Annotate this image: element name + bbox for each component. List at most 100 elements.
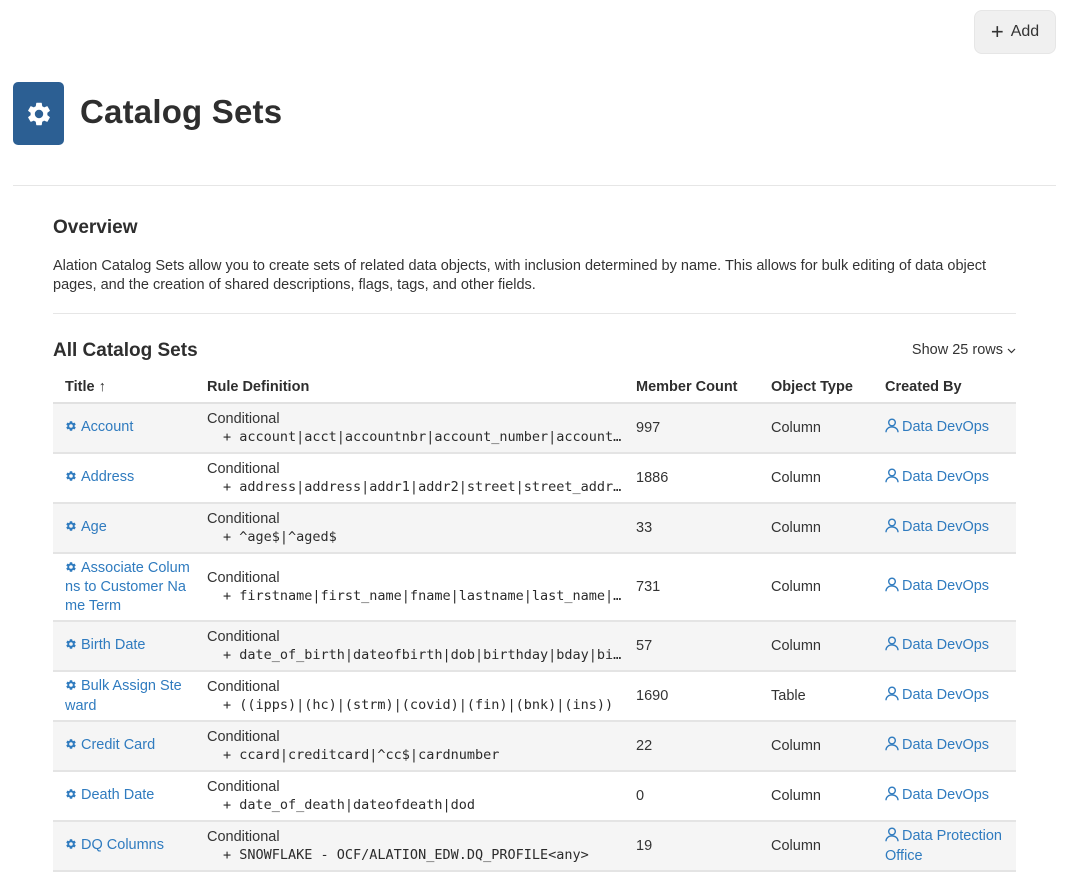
gear-icon	[65, 519, 77, 538]
created-by-name: Data Protection Office	[885, 827, 1002, 865]
user-icon	[885, 468, 899, 489]
rule-expression: + date_of_death|dateofdeath|dod	[223, 797, 475, 813]
created-by-link[interactable]: Data DevOps	[885, 686, 1016, 707]
overview-description: Alation Catalog Sets allow you to create…	[53, 258, 987, 293]
table-row[interactable]: DQ Columns Conditional + SNOWFLAKE - OCF/A…	[53, 821, 1016, 872]
rule-expression: + ccard|creditcard|^cc$|cardnumber	[223, 747, 500, 763]
gear-icon	[65, 637, 77, 656]
rule-definition-cell: Conditional + firstname|first_name|fname|…	[195, 553, 624, 622]
title-cell: Address	[53, 453, 195, 504]
catalog-set-title: Address	[81, 469, 135, 486]
rule-type: Conditional	[207, 628, 280, 645]
catalog-set-title-link[interactable]: Associate Colum ns to Customer Na me Ter…	[65, 559, 195, 616]
catalog-set-title: Death Date	[81, 787, 155, 804]
gear-icon	[65, 837, 77, 856]
title-cell: Associate Colum ns to Customer Na me Ter…	[53, 553, 195, 622]
table-row[interactable]: Associate Colum ns to Customer Na me Ter…	[53, 553, 1016, 622]
member-count-cell: 1690	[624, 671, 759, 722]
rows-per-page-select[interactable]: Show 25 rows	[912, 342, 1016, 358]
created-by-cell: Data DevOps	[873, 403, 1016, 454]
catalog-set-title-link[interactable]: Account	[65, 418, 195, 438]
catalog-set-title: Account	[81, 419, 134, 436]
member-count-cell: 22	[624, 721, 759, 772]
table-row[interactable]: Age Conditional + ^age$|^aged$ 33 Column Data…	[53, 503, 1016, 554]
created-by-name: Data DevOps	[902, 736, 990, 753]
user-icon	[885, 786, 899, 807]
gear-icon	[65, 469, 77, 488]
object-type-cell: Column	[759, 453, 873, 504]
header-divider	[13, 185, 1056, 186]
catalog-set-title-link[interactable]: Death Date	[65, 786, 195, 806]
column-header-title[interactable]: Title ↑	[53, 372, 195, 404]
rule-type: Conditional	[207, 728, 280, 745]
overview-divider	[53, 313, 1016, 314]
rule-definition-cell: Conditional + address|address|addr1|addr2…	[195, 453, 624, 504]
catalog-set-title: Age	[81, 519, 107, 536]
gear-icon	[65, 787, 77, 806]
created-by-name: Data DevOps	[902, 786, 990, 803]
add-button[interactable]: + Add	[974, 10, 1056, 54]
created-by-link[interactable]: Data Protection Office	[885, 827, 1016, 866]
rule-expression: + ((ipps)|(hc)|(strm)|(covid)|(fin)|(bnk…	[223, 697, 614, 713]
gear-icon	[65, 419, 77, 438]
object-type-cell: Column	[759, 403, 873, 454]
table-row[interactable]: Death Date Conditional + date_of_death|dat…	[53, 771, 1016, 822]
user-icon	[885, 518, 899, 539]
object-type-cell: Column	[759, 503, 873, 554]
catalog-set-title: Bulk Assign Ste ward	[65, 678, 182, 714]
created-by-cell: Data Protection Office	[873, 821, 1016, 872]
rule-expression: + date_of_birth|dateofbirth|dob|birthday…	[223, 647, 624, 663]
page-title: Catalog Sets	[80, 93, 283, 130]
user-icon	[885, 577, 899, 598]
catalog-set-title: Associate Colum ns to Customer Na me Ter…	[65, 559, 190, 614]
rule-type: Conditional	[207, 410, 280, 427]
created-by-link[interactable]: Data DevOps	[885, 786, 1016, 807]
created-by-link[interactable]: Data DevOps	[885, 577, 1016, 598]
rule-type: Conditional	[207, 460, 280, 477]
rows-per-page-label: Show 25 rows	[911, 342, 1003, 358]
member-count-cell: 57	[624, 621, 759, 672]
catalog-set-title-link[interactable]: Address	[65, 468, 195, 488]
created-by-link[interactable]: Data DevOps	[885, 518, 1016, 539]
title-cell: Credit Card	[53, 721, 195, 772]
column-header-object-type[interactable]: Object Type	[759, 372, 873, 404]
created-by-name: Data DevOps	[902, 468, 990, 485]
rule-definition-cell: Conditional + account|acct|accountnbr|acc…	[195, 403, 624, 454]
member-count-cell: 0	[624, 771, 759, 822]
table-row[interactable]: Account Conditional + account|acct|account…	[53, 403, 1016, 454]
column-header-rule-definition[interactable]: Rule Definition	[195, 372, 624, 404]
created-by-cell: Data DevOps	[873, 453, 1016, 504]
catalog-set-title-link[interactable]: DQ Columns	[65, 836, 195, 856]
table-row[interactable]: Birth Date Conditional + date_of_birth|dat…	[53, 621, 1016, 672]
created-by-link[interactable]: Data DevOps	[885, 468, 1016, 489]
created-by-link[interactable]: Data DevOps	[885, 418, 1016, 439]
sort-ascending-icon: ↑	[98, 379, 106, 395]
catalog-set-title-link[interactable]: Bulk Assign Ste ward	[65, 677, 195, 715]
rule-definition-cell: Conditional + ccard|creditcard|^cc$|cardn…	[195, 721, 624, 772]
created-by-link[interactable]: Data DevOps	[885, 736, 1016, 757]
table-row[interactable]: Address Conditional + address|address|addr…	[53, 453, 1016, 504]
title-cell: Death Date	[53, 771, 195, 822]
table-row[interactable]: Credit Card Conditional + ccard|creditcard…	[53, 721, 1016, 772]
catalog-set-title-link[interactable]: Age	[65, 518, 195, 538]
catalog-set-title-link[interactable]: Birth Date	[65, 636, 195, 656]
rule-expression: + firstname|first_name|fname|lastname|la…	[223, 588, 624, 604]
title-cell: Account	[53, 403, 195, 454]
rule-type: Conditional	[207, 828, 280, 845]
user-icon	[885, 686, 899, 707]
created-by-cell: Data DevOps	[873, 671, 1016, 722]
catalog-set-title-link[interactable]: Credit Card	[65, 736, 195, 756]
created-by-link[interactable]: Data DevOps	[885, 636, 1016, 657]
catalog-set-title: Credit Card	[81, 737, 156, 754]
rule-expression: + SNOWFLAKE - OCF/ALATION_EDW.DQ_PROFILE…	[223, 847, 589, 863]
rule-type: Conditional	[207, 778, 280, 795]
column-header-member-count[interactable]: Member Count	[624, 372, 759, 404]
rule-definition-cell: Conditional + ((ipps)|(hc)|(strm)|(covid)…	[195, 671, 624, 722]
rule-expression: + address|address|addr1|addr2|street|str…	[223, 479, 624, 495]
table-row[interactable]: Bulk Assign Ste ward Conditional + ((ipps)…	[53, 671, 1016, 722]
title-cell: Bulk Assign Ste ward	[53, 671, 195, 722]
overview-heading: Overview	[53, 217, 138, 238]
column-header-created-by[interactable]: Created By	[873, 372, 1016, 404]
rule-definition-cell: Conditional + date_of_death|dateofdeath|d…	[195, 771, 624, 822]
rule-type: Conditional	[207, 569, 280, 586]
